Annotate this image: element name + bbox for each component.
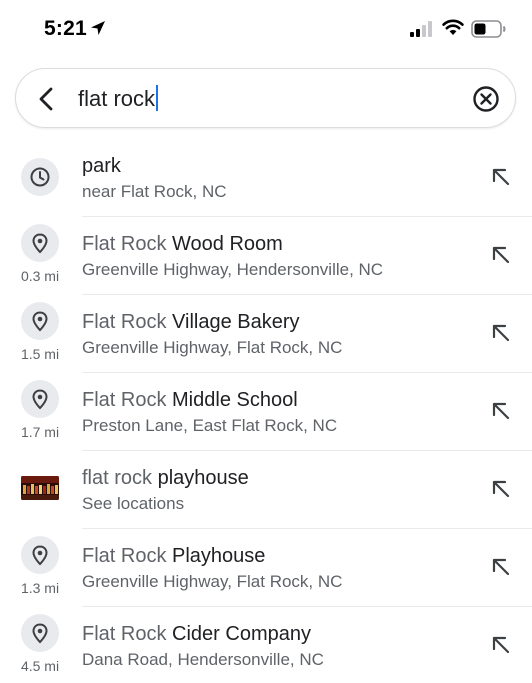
suggestion-title: flat rock playhouse <box>82 467 249 490</box>
suggestion-title: Flat Rock Village Bakery <box>82 311 300 334</box>
suggestion-row[interactable]: 0.3 mi Flat Rock Wood Room Greenville Hi… <box>0 216 532 294</box>
status-time: 5:21 <box>44 17 87 40</box>
clear-circle-x-icon[interactable] <box>471 84 501 114</box>
place-icon-badge <box>21 614 59 652</box>
search-query-text: flat rock <box>78 86 156 111</box>
theater-stage-image <box>21 476 59 500</box>
battery-icon <box>471 20 506 38</box>
suggestion-subtitle: Dana Road, Hendersonville, NC <box>82 650 324 669</box>
distance-label: 1.7 mi <box>20 424 60 440</box>
status-bar: 5:21 <box>0 0 532 58</box>
title-match-text: Flat Rock <box>82 233 167 255</box>
suggestion-title: Flat Rock Cider Company <box>82 623 311 646</box>
suggestion-row[interactable]: 1.5 mi Flat Rock Village Bakery Greenvil… <box>0 294 532 372</box>
suggestion-title: park <box>82 155 121 178</box>
location-pin-icon <box>32 311 48 332</box>
location-pin-icon <box>32 389 48 410</box>
suggestion-subtitle: near Flat Rock, NC <box>82 182 227 201</box>
suggestion-subtitle: Greenville Highway, Flat Rock, NC <box>82 338 343 357</box>
suggestion-subtitle: See locations <box>82 494 185 513</box>
suggestion-row[interactable]: park near Flat Rock, NC <box>0 138 532 216</box>
wifi-icon <box>442 19 464 35</box>
title-match-text: Flat Rock <box>82 311 167 333</box>
distance-label: 1.3 mi <box>20 580 60 596</box>
title-rest-text: Village Bakery <box>166 311 300 333</box>
suggestion-title: Flat Rock Middle School <box>82 389 298 412</box>
place-icon-badge <box>21 536 59 574</box>
title-rest-text: Middle School <box>166 389 298 411</box>
fill-query-arrow-icon[interactable] <box>490 244 512 266</box>
title-rest-text: playhouse <box>152 467 249 489</box>
location-pin-icon <box>32 545 48 566</box>
suggestion-subtitle: Greenville Highway, Hendersonville, NC <box>82 260 384 279</box>
history-icon-badge <box>21 158 59 196</box>
location-pin-icon <box>32 233 48 254</box>
clock-icon <box>30 167 50 187</box>
fill-query-arrow-icon[interactable] <box>490 322 512 344</box>
fill-query-arrow-icon[interactable] <box>490 478 512 500</box>
suggestion-title: Flat Rock Wood Room <box>82 233 283 256</box>
title-rest-text: Cider Company <box>166 623 311 645</box>
place-icon-badge <box>21 380 59 418</box>
fill-query-arrow-icon[interactable] <box>490 166 512 188</box>
search-input[interactable]: flat rock <box>78 85 159 113</box>
title-match-text: Flat Rock <box>82 389 167 411</box>
location-pin-icon <box>32 623 48 644</box>
suggestion-subtitle: Greenville Highway, Flat Rock, NC <box>82 572 343 591</box>
title-rest-text: Wood Room <box>166 233 283 255</box>
search-bar[interactable]: flat rock <box>15 68 516 128</box>
fill-query-arrow-icon[interactable] <box>490 556 512 578</box>
text-caret <box>156 85 159 111</box>
suggestion-row[interactable]: 4.5 mi Flat Rock Cider Company Dana Road… <box>0 606 532 683</box>
place-icon-badge <box>21 302 59 340</box>
suggestion-subtitle: Preston Lane, East Flat Rock, NC <box>82 416 338 435</box>
fill-query-arrow-icon[interactable] <box>490 634 512 656</box>
location-arrow-icon <box>91 21 105 35</box>
cellular-signal-icon <box>410 21 432 37</box>
back-chevron-icon[interactable] <box>36 86 58 112</box>
title-rest-text: Playhouse <box>166 545 266 567</box>
suggestion-row[interactable]: 1.7 mi Flat Rock Middle School Preston L… <box>0 372 532 450</box>
suggestion-row[interactable]: 1.3 mi Flat Rock Playhouse Greenville Hi… <box>0 528 532 606</box>
title-rest-text: park <box>82 155 121 177</box>
playhouse-thumbnail-image <box>21 476 59 500</box>
place-icon-badge <box>21 224 59 262</box>
distance-label: 0.3 mi <box>20 268 60 284</box>
distance-label: 1.5 mi <box>20 346 60 362</box>
suggestion-title: Flat Rock Playhouse <box>82 545 265 568</box>
title-match-text: Flat Rock <box>82 623 167 645</box>
suggestion-row[interactable]: flat rock playhouse See locations <box>0 450 532 528</box>
distance-label: 4.5 mi <box>20 658 60 674</box>
title-match-text: Flat Rock <box>82 545 167 567</box>
title-match-text: flat rock <box>82 467 153 489</box>
fill-query-arrow-icon[interactable] <box>490 400 512 422</box>
